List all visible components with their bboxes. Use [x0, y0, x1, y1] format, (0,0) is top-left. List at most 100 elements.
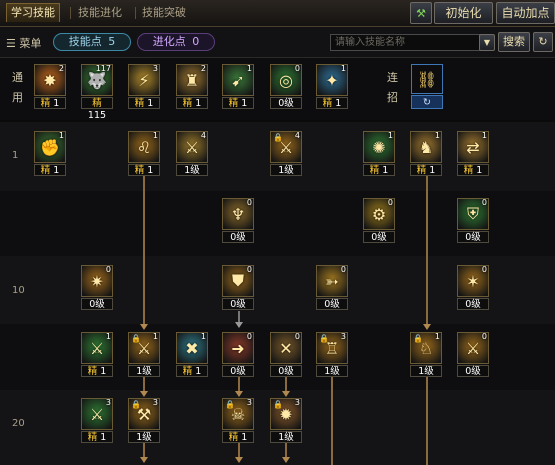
skill-badge: 117	[95, 64, 111, 73]
skill-level: 0级	[457, 365, 489, 377]
skill-badge: 3	[152, 64, 158, 73]
skill-slot[interactable]: ✊ 1 精 1	[34, 131, 66, 176]
lock-icon: 🔒	[131, 400, 141, 409]
skill-search-input[interactable]: 请输入技能名称	[330, 34, 486, 51]
skill-slot[interactable]: ✶ 0 0级	[457, 265, 489, 310]
skill-slot[interactable]: ♆ 0 0级	[222, 198, 254, 243]
skill-slot[interactable]: ♞ 1 精 1	[410, 131, 442, 176]
skill-slot[interactable]: ➹ 1 精 1	[222, 64, 254, 109]
skill-badge: 0	[246, 265, 252, 274]
skill-badge: 4	[200, 131, 206, 140]
swords-icon: ⚔ 0	[457, 332, 489, 364]
chevron-down-icon: ▼	[483, 38, 491, 47]
skill-level: 精 1	[457, 164, 489, 176]
skill-slot[interactable]: ✸ 2 精 1	[34, 64, 66, 109]
skill-level: 1级	[270, 431, 302, 443]
skill-slot[interactable]: ♖ 3 🔒 1级	[316, 332, 348, 377]
skill-points-badge: 技能点 5	[53, 33, 131, 51]
skill-level: 精 1	[128, 164, 160, 176]
menu-button[interactable]: ☰ 菜单	[6, 35, 41, 51]
skill-slot[interactable]: ⚔ 4 1级	[176, 131, 208, 176]
stance-icon: ♜ 2	[176, 64, 208, 96]
skill-connector	[426, 377, 428, 465]
skill-slot[interactable]: ⛨ 0 0级	[457, 198, 489, 243]
xcut-icon: ✕ 0	[270, 332, 302, 364]
target-icon: ◎ 0	[270, 64, 302, 96]
bomb-icon: ✹ 3 🔒	[270, 398, 302, 430]
skill-level: 0级	[222, 365, 254, 377]
skill-slot[interactable]: ✕ 0 0级	[270, 332, 302, 377]
run-icon: ➹ 1	[222, 64, 254, 96]
slash-icon: ⚔ 1	[81, 332, 113, 364]
skill-level: 1级	[270, 164, 302, 176]
skill-slot[interactable]: ◎ 0 0级	[270, 64, 302, 109]
skill-level: 精 1	[34, 97, 66, 109]
connector-arrow-icon	[140, 457, 148, 463]
skill-slot[interactable]: ♌ 1 精 1	[128, 131, 160, 176]
skill-connector	[238, 443, 240, 457]
skill-slot[interactable]: ⚔ 1 🔒 1级	[128, 332, 160, 377]
tab-skill-break[interactable]: 技能突破	[138, 4, 190, 22]
skill-slot[interactable]: ➜ 0 0级	[222, 332, 254, 377]
skill-slot[interactable]: ⛊ 0 0级	[222, 265, 254, 310]
beam-icon: ➳ 0	[316, 265, 348, 297]
combo-skill-slot[interactable]: ⛓ ↻	[411, 64, 443, 109]
skill-slot[interactable]: ⚡ 3 精 1	[128, 64, 160, 109]
skill-slot[interactable]: ⚔ 3 精 1	[81, 398, 113, 443]
skill-connector	[143, 176, 145, 326]
skill-level: 1级	[316, 365, 348, 377]
guard-icon: ⛊ 0	[222, 265, 254, 297]
skill-slot[interactable]: ⇄ 1 精 1	[457, 131, 489, 176]
skill-slot[interactable]: 🐺 117 精 115	[81, 64, 113, 121]
skill-badge: 1	[105, 332, 111, 341]
skill-slot[interactable]: ✦ 1 精 1	[316, 64, 348, 109]
swap-icon: ⇄ 1	[457, 131, 489, 163]
blade-icon: ⚔ 4 🔒	[270, 131, 302, 163]
skill-badge: 0	[246, 198, 252, 207]
tab-divider	[135, 7, 136, 19]
skill-slot[interactable]: ✖ 1 精 1	[176, 332, 208, 377]
skill-badge: 1	[434, 332, 440, 341]
skill-badge: 3	[152, 398, 158, 407]
cycle-icon: ↻	[423, 97, 431, 108]
connector-arrow-icon	[140, 324, 148, 330]
spark-icon: ✷ 0	[81, 265, 113, 297]
skill-connector	[285, 443, 287, 457]
dash-icon: ➜ 0	[222, 332, 254, 364]
skill-slot[interactable]: ⚔ 4 🔒 1级	[270, 131, 302, 176]
skill-slot[interactable]: ⚔ 1 精 1	[81, 332, 113, 377]
tab-skill-evolve[interactable]: 技能进化	[74, 4, 126, 22]
skill-slot[interactable]: ♜ 2 精 1	[176, 64, 208, 109]
wings-icon: ✦ 1	[316, 64, 348, 96]
claw-icon: ⚔ 4	[176, 131, 208, 163]
skill-slot[interactable]: ⚔ 0 0级	[457, 332, 489, 377]
combo-label: 连 招	[387, 71, 398, 104]
combo-toggle[interactable]: ↻	[411, 95, 443, 109]
auto-assign-button[interactable]: 自动加点	[496, 2, 555, 24]
search-button[interactable]: 搜索	[498, 32, 530, 52]
search-dropdown-button[interactable]: ▼	[479, 34, 495, 51]
skill-points-value: 5	[108, 35, 116, 48]
skill-badge: 1	[340, 64, 346, 73]
skill-bag-button[interactable]: ⚒	[410, 2, 432, 24]
skill-level: 0级	[457, 231, 489, 243]
connector-arrow-icon	[140, 391, 148, 397]
refresh-button[interactable]: ↻	[533, 32, 553, 52]
axe-icon: ⚒ 3 🔒	[128, 398, 160, 430]
skill-badge: 2	[58, 64, 64, 73]
cup-icon: ♆ 0	[222, 198, 254, 230]
tab-learn-skill[interactable]: 学习技能	[6, 3, 60, 22]
skill-slot[interactable]: ⚒ 3 🔒 1级	[128, 398, 160, 443]
skill-slot[interactable]: ♘ 1 🔒 1级	[410, 332, 442, 377]
skill-slot[interactable]: ⚙ 0 0级	[363, 198, 395, 243]
skill-slot[interactable]: ✹ 3 🔒 1级	[270, 398, 302, 443]
skill-slot[interactable]: ✷ 0 0级	[81, 265, 113, 310]
init-button[interactable]: 初始化	[434, 2, 493, 24]
connector-arrow-icon	[282, 457, 290, 463]
skill-slot[interactable]: ☠ 3 🔒 精 1	[222, 398, 254, 443]
skill-slot[interactable]: ✺ 1 精 1	[363, 131, 395, 176]
skill-slot[interactable]: ➳ 0 0级	[316, 265, 348, 310]
skill-badge: 0	[105, 265, 111, 274]
lock-icon: 🔒	[273, 400, 283, 409]
skill-badge: 0	[340, 265, 346, 274]
